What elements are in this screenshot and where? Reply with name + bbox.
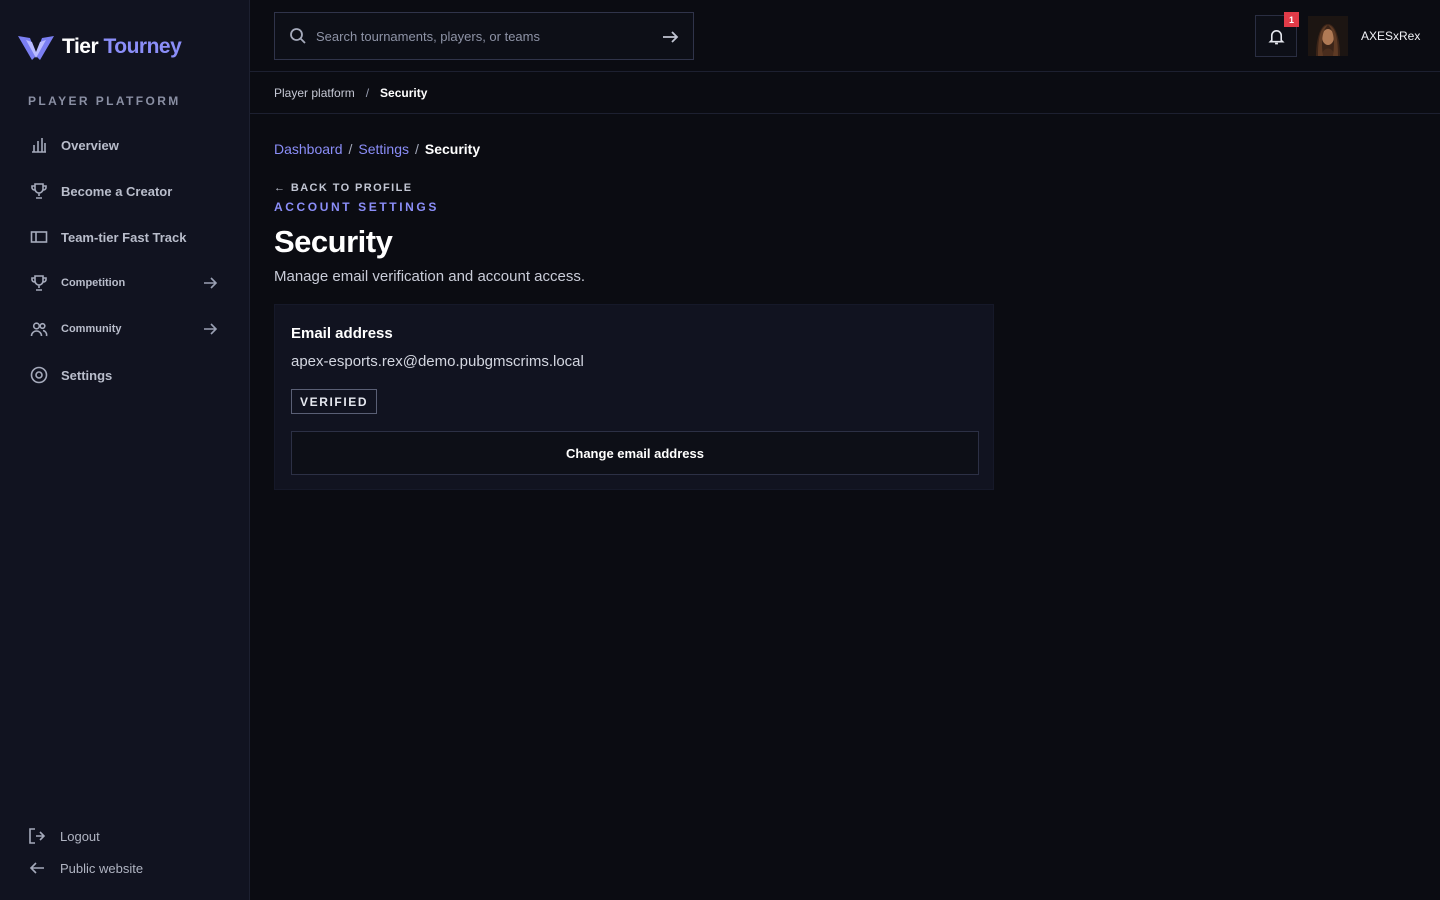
- sidebar-footer: Logout Public website: [28, 820, 143, 884]
- sidebar-section-label: PLAYER PLATFORM: [28, 94, 181, 108]
- sidebar-item-label: Team-tier Fast Track: [61, 229, 187, 245]
- logout-label: Logout: [60, 828, 100, 844]
- breadcrumb-root[interactable]: Player platform: [274, 86, 355, 100]
- notification-badge: 1: [1284, 12, 1299, 27]
- public-website-link[interactable]: Public website: [28, 852, 143, 884]
- brand-name: Tier Tourney: [62, 35, 182, 58]
- sidebar-item-become-creator[interactable]: Become a Creator: [0, 168, 250, 214]
- sidebar-item-label: Settings: [61, 367, 113, 383]
- breadcrumb: Dashboard / Settings / Security: [274, 141, 480, 157]
- section-eyebrow: ACCOUNT SETTINGS: [274, 200, 439, 214]
- logo-icon: [18, 36, 54, 60]
- breadcrumb-current: Security: [380, 85, 428, 100]
- topbar: 1 AXESxRex: [250, 0, 1440, 72]
- breadcrumb-separator: /: [348, 141, 353, 157]
- avatar-image: [1308, 16, 1348, 56]
- breadcrumb-security: Security: [424, 141, 481, 157]
- status-badge: VERIFIED: [291, 389, 378, 414]
- back-to-profile-link[interactable]: ← BACK TO PROFILE: [274, 182, 413, 194]
- email-card-title: Email address: [291, 325, 393, 342]
- trophy-icon: [30, 182, 48, 200]
- breadcrumb-dashboard[interactable]: Dashboard: [274, 141, 343, 157]
- sidebar-item-label: Competition: [61, 277, 126, 289]
- page-title: Security: [274, 224, 393, 259]
- arrow-right-icon[interactable]: [202, 321, 218, 337]
- gear-icon: [30, 366, 48, 384]
- trophy-icon: [30, 274, 48, 292]
- arrow-right-icon[interactable]: [202, 275, 218, 291]
- sidebar-item-label: Community: [61, 323, 122, 335]
- sidebar-item-fast-track[interactable]: Team-tier Fast Track: [0, 214, 250, 260]
- sidebar-item-label: Become a Creator: [61, 183, 173, 199]
- sidebar-nav: Overview Become a Creator Team-tier Fast…: [0, 122, 250, 398]
- platform-breadcrumb: Player platform / Security: [250, 72, 1440, 114]
- logout-link[interactable]: Logout: [28, 820, 143, 852]
- bar-chart-icon: [30, 136, 48, 154]
- search-input[interactable]: [316, 28, 646, 44]
- public-website-label: Public website: [60, 860, 144, 876]
- sidebar-item-settings[interactable]: Settings: [0, 352, 250, 398]
- breadcrumb-separator: /: [365, 85, 370, 100]
- search-icon: [289, 27, 307, 45]
- sidebar-item-competition[interactable]: Competition: [0, 260, 250, 306]
- logout-icon: [29, 828, 46, 844]
- username[interactable]: AXESxRex: [1361, 29, 1420, 43]
- users-icon: [30, 320, 48, 338]
- breadcrumb-separator: /: [414, 141, 419, 157]
- change-email-button[interactable]: Change email address: [291, 431, 979, 475]
- email-card: Email address apex-esports.rex@demo.pubg…: [274, 304, 994, 490]
- sidebar-item-overview[interactable]: Overview: [0, 122, 250, 168]
- bell-icon: [1267, 29, 1285, 44]
- arrow-left-icon: [29, 862, 44, 874]
- sidebar-item-label: Overview: [61, 137, 119, 153]
- search-bar[interactable]: [274, 12, 694, 60]
- ticket-icon: [30, 228, 48, 246]
- avatar[interactable]: [1308, 16, 1348, 56]
- brand-logo[interactable]: Tier Tourney: [16, 30, 182, 64]
- sidebar-item-community[interactable]: Community: [0, 306, 250, 352]
- email-value: apex-esports.rex@demo.pubgmscrims.local: [291, 353, 584, 370]
- breadcrumb-settings[interactable]: Settings: [358, 141, 409, 157]
- page-subtitle: Manage email verification and account ac…: [274, 268, 586, 285]
- sidebar: Tier Tourney PLAYER PLATFORM Overview Be…: [0, 0, 250, 900]
- search-submit-icon[interactable]: [661, 28, 679, 46]
